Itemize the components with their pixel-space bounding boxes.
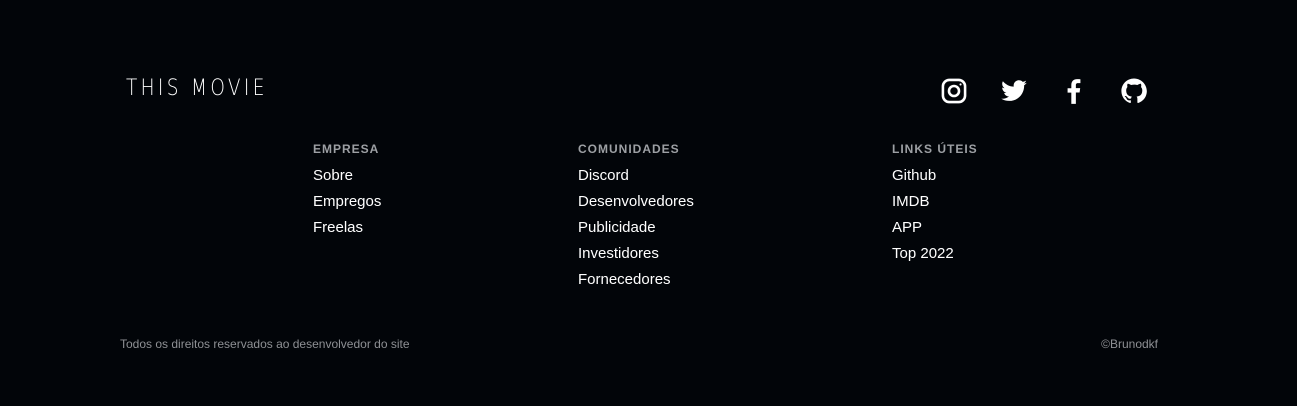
- github-link[interactable]: [1120, 74, 1180, 108]
- footer-link-github[interactable]: Github: [892, 167, 936, 184]
- social-links: [940, 74, 1180, 108]
- copyright-notice: Todos os direitos reservados ao desenvol…: [120, 337, 410, 351]
- column-heading: LINKS ÚTEIS: [892, 142, 978, 156]
- author-credit: ©Brunodkf: [1101, 337, 1158, 351]
- footer-link-app[interactable]: APP: [892, 219, 922, 236]
- footer-column-links-uteis: LINKS ÚTEIS Github IMDB APP Top 2022: [892, 141, 978, 270]
- brand-logo[interactable]: THIS MOVIE: [126, 74, 268, 104]
- footer-link-publicidade[interactable]: Publicidade: [578, 219, 656, 236]
- footer-link-imdb[interactable]: IMDB: [892, 193, 930, 210]
- footer-link-top-2022[interactable]: Top 2022: [892, 245, 954, 262]
- column-heading: EMPRESA: [313, 142, 380, 156]
- footer-column-empresa: EMPRESA Sobre Empregos Freelas: [313, 141, 381, 244]
- footer-link-fornecedores[interactable]: Fornecedores: [578, 271, 671, 288]
- footer-link-desenvolvedores[interactable]: Desenvolvedores: [578, 193, 694, 210]
- footer-column-comunidades: COMUNIDADES Discord Desenvolvedores Publ…: [578, 141, 694, 296]
- footer-link-freelas[interactable]: Freelas: [313, 219, 363, 236]
- github-icon: [1120, 77, 1148, 105]
- instagram-link[interactable]: [940, 74, 1000, 108]
- footer-link-empregos[interactable]: Empregos: [313, 193, 381, 210]
- column-heading: COMUNIDADES: [578, 142, 680, 156]
- facebook-icon: [1060, 76, 1088, 106]
- footer-link-investidores[interactable]: Investidores: [578, 245, 659, 262]
- facebook-link[interactable]: [1060, 74, 1120, 108]
- twitter-link[interactable]: [1000, 74, 1060, 108]
- footer-link-discord[interactable]: Discord: [578, 167, 629, 184]
- twitter-icon: [1000, 77, 1028, 105]
- instagram-icon: [940, 77, 968, 105]
- footer-link-sobre[interactable]: Sobre: [313, 167, 353, 184]
